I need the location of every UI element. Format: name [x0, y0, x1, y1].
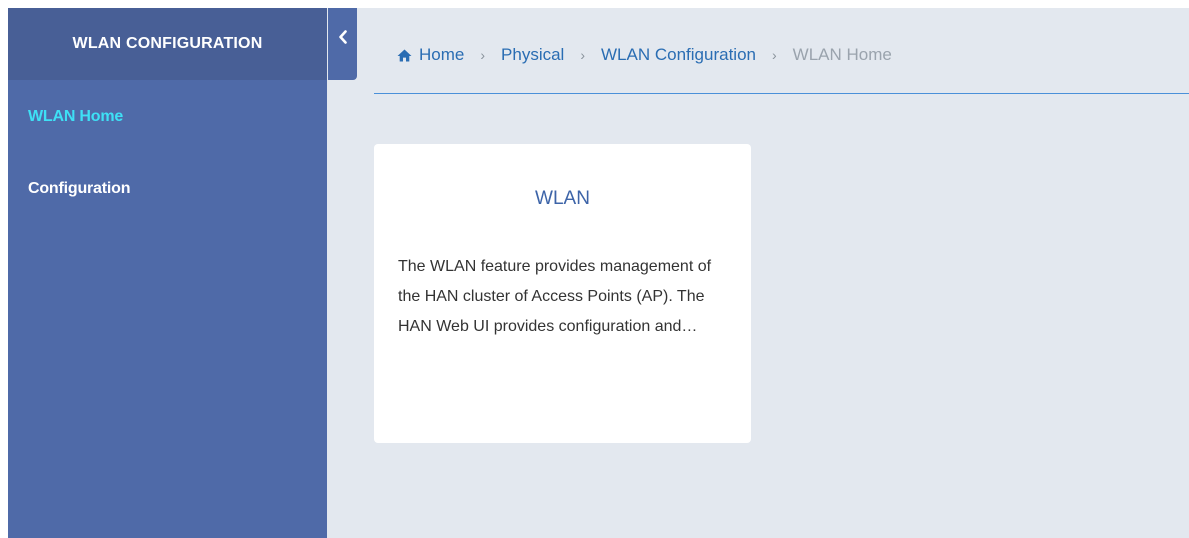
sidebar-collapse-button[interactable]: [328, 8, 357, 80]
breadcrumb-wlan-configuration[interactable]: WLAN Configuration: [601, 45, 756, 65]
card-title: WLAN: [535, 188, 590, 209]
sidebar: WLAN CONFIGURATION WLAN Home Configurati…: [8, 8, 327, 538]
breadcrumb: Home › Physical › WLAN Configuration › W…: [397, 45, 892, 65]
breadcrumb-separator: ›: [580, 47, 586, 63]
sidebar-item-configuration[interactable]: Configuration: [28, 180, 130, 198]
breadcrumb-separator: ›: [480, 47, 486, 63]
chevron-left-icon: [338, 30, 348, 80]
breadcrumb-physical[interactable]: Physical: [501, 45, 564, 65]
home-icon[interactable]: [397, 49, 412, 62]
sidebar-title: WLAN CONFIGURATION: [8, 8, 327, 80]
breadcrumb-separator: ›: [771, 47, 777, 63]
breadcrumb-current-page: WLAN Home: [792, 45, 892, 64]
card-description: The WLAN feature provides management of …: [398, 258, 712, 335]
breadcrumb-divider: [374, 93, 1189, 94]
breadcrumb-home[interactable]: Home: [419, 45, 464, 65]
sidebar-item-wlan-home[interactable]: WLAN Home: [28, 108, 123, 126]
app-frame: WLAN CONFIGURATION WLAN Home Configurati…: [8, 8, 1189, 538]
wlan-feature-card[interactable]: WLAN The WLAN feature provides managemen…: [374, 144, 751, 443]
